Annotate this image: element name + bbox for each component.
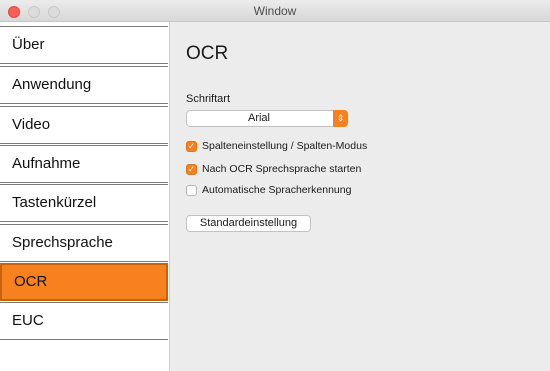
default-settings-button[interactable]: Standardeinstellung: [186, 215, 311, 232]
checkmark-icon[interactable]: ✓: [186, 163, 197, 175]
preferences-window: Window Über Anwendung Video Aufnahme Tas…: [0, 0, 550, 371]
sidebar: Über Anwendung Video Aufnahme Tastenkürz…: [0, 22, 170, 371]
window-title: Window: [253, 4, 297, 18]
sidebar-item-aufnahme[interactable]: Aufnahme: [0, 145, 168, 183]
sidebar-item-video[interactable]: Video: [0, 106, 168, 144]
font-label: Schriftart: [186, 93, 231, 105]
font-select-value: Arial: [247, 112, 270, 124]
font-select[interactable]: Arial ⇕: [186, 110, 348, 127]
chevron-updown-icon: ⇕: [333, 110, 348, 127]
sidebar-item-sprechsprache[interactable]: Sprechsprache: [0, 224, 168, 262]
checkbox-box[interactable]: [186, 184, 197, 196]
sidebar-item-anwendung[interactable]: Anwendung: [0, 66, 168, 104]
sidebar-item-tastenkurzel[interactable]: Tastenkürzel: [0, 184, 168, 222]
checkbox-label: Spalteneinstellung / Spalten-Modus: [202, 140, 368, 152]
checkbox-auto-language-detection[interactable]: Automatische Spracherkennung: [186, 183, 351, 197]
sidebar-item-euc[interactable]: EUC: [0, 302, 168, 340]
checkbox-label: Nach OCR Sprechsprache starten: [202, 163, 362, 175]
checkbox-start-speech-after-ocr[interactable]: ✓ Nach OCR Sprechsprache starten: [186, 162, 361, 176]
sidebar-item-uber[interactable]: Über: [0, 26, 168, 64]
page-title: OCR: [186, 43, 229, 64]
checkbox-label: Automatische Spracherkennung: [202, 184, 352, 196]
title-bar: Window: [0, 0, 550, 22]
sidebar-item-ocr[interactable]: OCR: [0, 263, 168, 301]
checkmark-icon[interactable]: ✓: [186, 140, 197, 152]
checkbox-column-mode[interactable]: ✓ Spalteneinstellung / Spalten-Modus: [186, 139, 367, 153]
